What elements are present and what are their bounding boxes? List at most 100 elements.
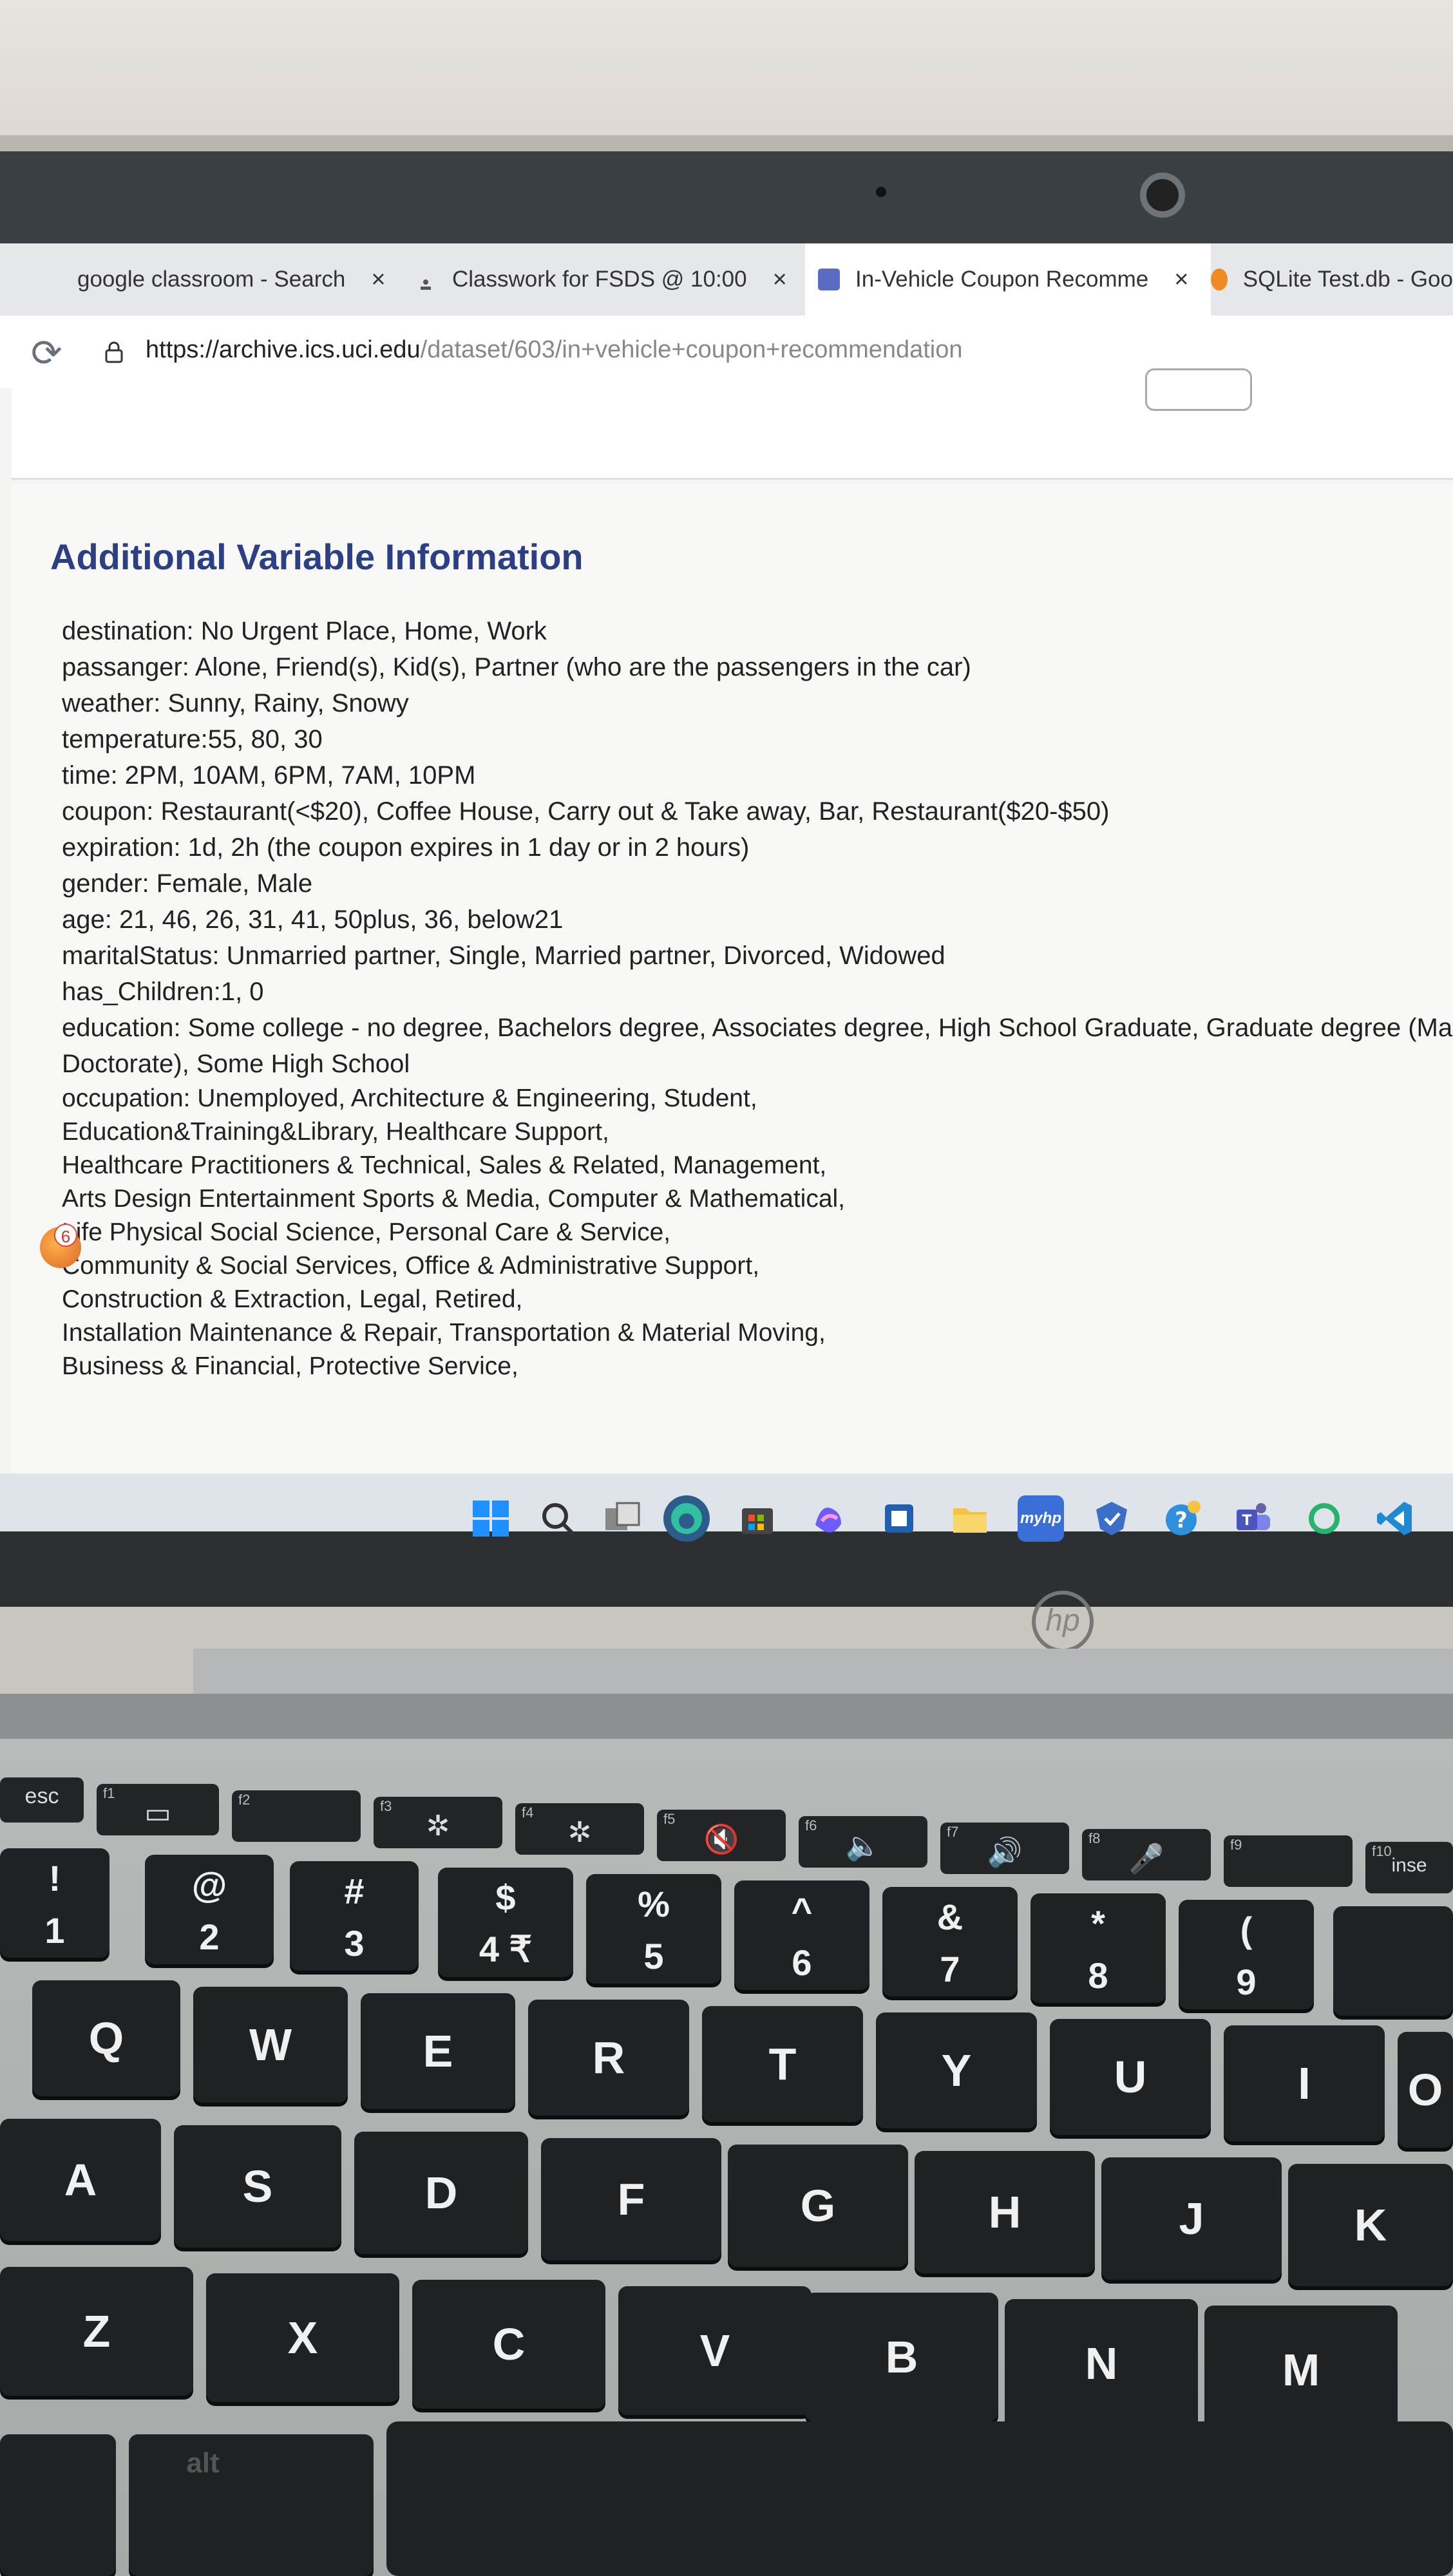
- variable-line: weather: Sunny, Rainy, Snowy: [62, 689, 409, 717]
- key-f10[interactable]: f10 inse: [1365, 1842, 1453, 1893]
- key-z[interactable]: Z: [0, 2267, 193, 2396]
- edge-icon[interactable]: [663, 1495, 710, 1542]
- key-f7[interactable]: f7 🔊: [940, 1823, 1069, 1874]
- tab-in-vehicle-coupon[interactable]: In-Vehicle Coupon Recomme ×: [805, 243, 1211, 316]
- key-q[interactable]: Q: [32, 1980, 180, 2096]
- tab-label: SQLite Test.db - Goo: [1242, 267, 1453, 292]
- key-2[interactable]: @2: [145, 1855, 274, 1964]
- variable-line: Community & Social Services, Office & Ad…: [62, 1252, 760, 1280]
- tab-sqlite-test[interactable]: SQLite Test.db - Goo: [1211, 243, 1453, 316]
- key-e[interactable]: E: [361, 1993, 515, 2109]
- browser-tab-bar: google classroom - Search × Classwork fo…: [0, 243, 1453, 316]
- variable-line: occupation: Unemployed, Architecture & E…: [62, 1084, 757, 1112]
- section-heading: Additional Variable Information: [50, 536, 584, 577]
- tab-classwork-fsds[interactable]: Classwork for FSDS @ 10:00 ×: [419, 243, 805, 316]
- laptop-hinge: [193, 1649, 1453, 1694]
- variable-line: Construction & Extraction, Legal, Retire…: [62, 1285, 523, 1313]
- help-icon[interactable]: ?: [1159, 1495, 1206, 1542]
- close-tab-icon[interactable]: ×: [1174, 266, 1188, 294]
- vscode-icon[interactable]: [1372, 1495, 1418, 1542]
- key-f5[interactable]: f5 🔇: [657, 1810, 786, 1861]
- url-field[interactable]: https://archive.ics.uci.edu/dataset/603/…: [146, 336, 963, 364]
- close-tab-icon[interactable]: ×: [371, 266, 385, 294]
- search-icon[interactable]: [535, 1495, 581, 1542]
- key-f3[interactable]: f3 ✲: [374, 1797, 502, 1848]
- variable-line: Life Physical Social Science, Personal C…: [62, 1218, 671, 1246]
- key-g[interactable]: G: [728, 2145, 908, 2267]
- bezel-top: [0, 151, 1453, 248]
- key-m[interactable]: M: [1204, 2306, 1398, 2434]
- key-f[interactable]: F: [541, 2138, 721, 2260]
- key-5[interactable]: % 5: [586, 1874, 721, 1984]
- variable-line: destination: No Urgent Place, Home, Work: [62, 617, 547, 645]
- key-w[interactable]: W: [193, 1987, 348, 2103]
- key-8[interactable]: * 8: [1030, 1893, 1166, 2003]
- copilot-icon[interactable]: [805, 1495, 851, 1542]
- key-s[interactable]: S: [174, 2125, 341, 2248]
- previous-section-card: [12, 368, 1453, 480]
- variable-list: destination: No Urgent Place, Home, Work…: [62, 613, 1453, 1383]
- key-3[interactable]: #3: [290, 1861, 419, 1971]
- key-i[interactable]: I: [1224, 2025, 1385, 2141]
- page-content: Additional Variable Information destinat…: [0, 368, 1453, 1531]
- key-d[interactable]: D: [354, 2132, 528, 2254]
- url-host: https://archive.ics.uci.edu: [146, 336, 421, 363]
- variable-line: age: 21, 46, 26, 31, 41, 50plus, 36, bel…: [62, 905, 564, 934]
- windows-start-icon[interactable]: [468, 1495, 514, 1542]
- key-0[interactable]: [1333, 1906, 1453, 2016]
- app-icon[interactable]: [876, 1495, 922, 1542]
- key-x[interactable]: X: [206, 2273, 399, 2402]
- security-icon[interactable]: [1088, 1495, 1135, 1542]
- variable-line: Healthcare Practitioners & Technical, Sa…: [62, 1151, 827, 1179]
- key-alt[interactable]: alt: [129, 2434, 374, 2576]
- tab-label: In-Vehicle Coupon Recomme: [855, 267, 1149, 292]
- key-f1[interactable]: f1 ▭: [97, 1784, 219, 1835]
- close-tab-icon[interactable]: ×: [773, 266, 787, 294]
- key-6[interactable]: ^ 6: [734, 1880, 869, 1990]
- variable-line: education: Some college - no degree, Bac…: [62, 1014, 1453, 1042]
- key-y[interactable]: Y: [876, 2012, 1037, 2128]
- variable-line: temperature:55, 80, 30: [62, 725, 323, 753]
- classroom-icon: [419, 272, 433, 290]
- key-7[interactable]: & 7: [882, 1887, 1018, 1996]
- key-f4[interactable]: f4 ✲: [515, 1803, 644, 1855]
- circle-app-icon[interactable]: [1301, 1495, 1347, 1542]
- key-1[interactable]: ! 1: [0, 1848, 109, 1958]
- key-space[interactable]: [386, 2421, 1453, 2576]
- variable-line: gender: Female, Male: [62, 869, 313, 898]
- store-icon[interactable]: [734, 1495, 781, 1542]
- key-n[interactable]: N: [1005, 2299, 1198, 2428]
- key-u[interactable]: U: [1050, 2019, 1211, 2135]
- key-b[interactable]: B: [805, 2293, 998, 2421]
- key-4[interactable]: $4 ₹: [438, 1868, 573, 1977]
- task-view-icon[interactable]: [599, 1495, 645, 1542]
- key-o[interactable]: O: [1398, 2032, 1453, 2148]
- key-f2[interactable]: f2: [232, 1790, 361, 1842]
- reload-icon[interactable]: ⟳: [31, 331, 62, 375]
- tab-google-classroom-search[interactable]: google classroom - Search ×: [77, 243, 412, 316]
- variable-line: Education&Training&Library, Healthcare S…: [62, 1118, 609, 1146]
- key-a[interactable]: A: [0, 2119, 161, 2241]
- section-button[interactable]: [1145, 368, 1252, 411]
- teams-icon[interactable]: T: [1230, 1495, 1277, 1542]
- key-t[interactable]: T: [702, 2006, 863, 2122]
- key-k[interactable]: K: [1288, 2164, 1453, 2286]
- key-f9[interactable]: f9: [1224, 1835, 1353, 1887]
- key-esc[interactable]: esc: [0, 1777, 84, 1823]
- variable-line: time: 2PM, 10AM, 6PM, 7AM, 10PM: [62, 761, 476, 790]
- uci-favicon-icon: [818, 269, 840, 290]
- key-f6[interactable]: f6 🔈: [799, 1816, 927, 1868]
- key-r[interactable]: R: [528, 2000, 689, 2116]
- myhp-icon[interactable]: myhp: [1018, 1495, 1064, 1542]
- file-explorer-icon[interactable]: [947, 1495, 993, 1542]
- key-9[interactable]: (9: [1179, 1900, 1314, 2009]
- hp-logo: hp: [1032, 1591, 1094, 1653]
- variable-line: maritalStatus: Unmarried partner, Single…: [62, 942, 945, 970]
- key-f8[interactable]: f8 🎤: [1082, 1829, 1211, 1880]
- key-c[interactable]: C: [412, 2280, 605, 2409]
- key-j[interactable]: J: [1101, 2157, 1282, 2280]
- key-v[interactable]: V: [618, 2286, 812, 2415]
- key-h[interactable]: H: [915, 2151, 1095, 2273]
- lock-icon[interactable]: [104, 341, 124, 363]
- url-path: /dataset/603/in+vehicle+coupon+recommend…: [420, 336, 963, 363]
